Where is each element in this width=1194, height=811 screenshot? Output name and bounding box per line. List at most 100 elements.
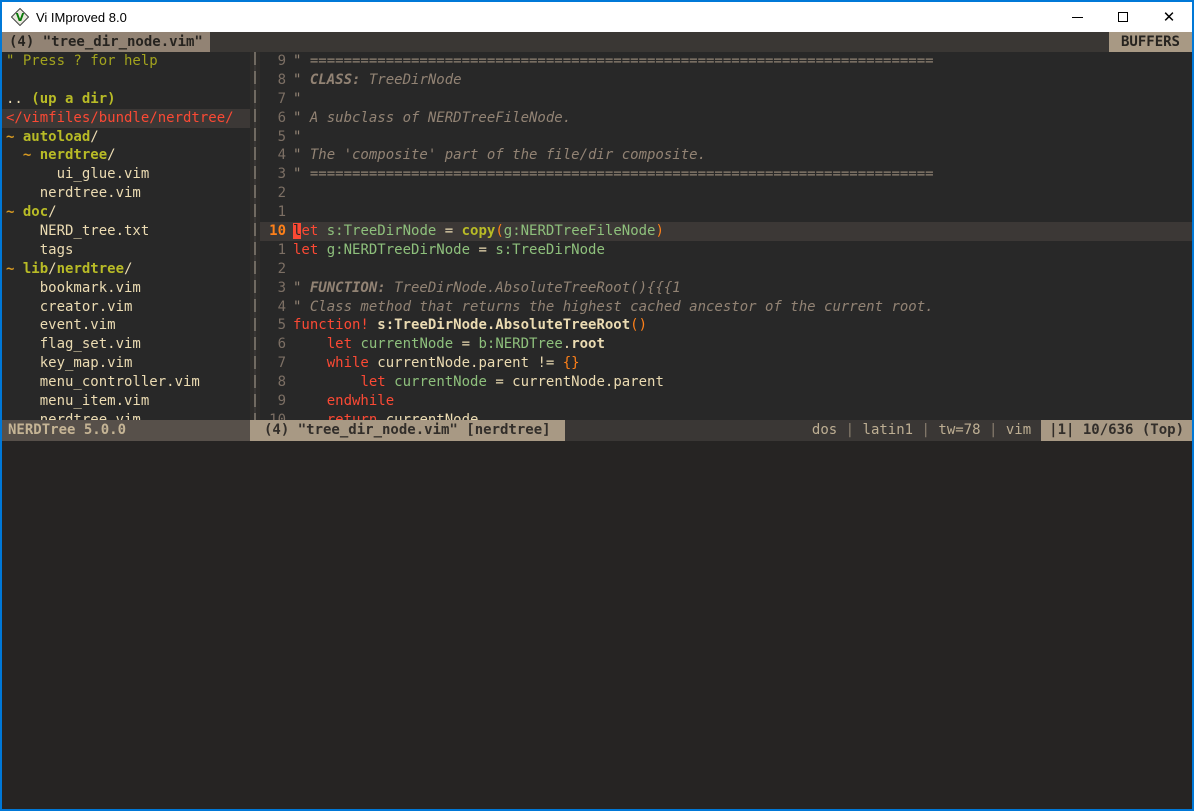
line-number: 9: [260, 52, 286, 71]
close-button[interactable]: ✕: [1146, 2, 1192, 32]
text-segment: FUNCTION:: [310, 280, 386, 296]
tree-item[interactable]: menu_controller.vim: [2, 373, 250, 392]
text-segment: " Press ? for help: [6, 53, 158, 69]
tree-item[interactable]: bookmark.vim: [2, 279, 250, 298]
code-line[interactable]: 3" =====================================…: [260, 165, 1192, 184]
text-segment: nerdtree: [57, 261, 124, 277]
tree-item[interactable]: creator.vim: [2, 298, 250, 317]
maximize-button[interactable]: [1100, 2, 1146, 32]
tree-item[interactable]: ~ nerdtree/: [2, 146, 250, 165]
code-line[interactable]: 2: [260, 260, 1192, 279]
code-line-current[interactable]: 10let s:TreeDirNode = copy(g:NERDTreeFil…: [260, 222, 1192, 241]
buffer-status: (4) "tree_dir_node.vim" [nerdtree]: [250, 420, 565, 441]
minimize-button[interactable]: [1054, 2, 1100, 32]
text-segment: s:TreeDirNode.AbsoluteTreeRoot: [377, 317, 630, 333]
tree-item[interactable]: ~ lib/nerdtree/: [2, 260, 250, 279]
tree-item[interactable]: menu_item.vim: [2, 392, 250, 411]
line-content: " Class method that returns the highest …: [286, 298, 934, 317]
text-segment: doc: [23, 204, 48, 220]
code-line[interactable]: 7 while currentNode.parent != {}: [260, 354, 1192, 373]
titlebar[interactable]: V Vi IMproved 8.0 ✕: [2, 2, 1192, 32]
code-line[interactable]: 9 endwhile: [260, 392, 1192, 411]
text-segment: [293, 393, 327, 409]
code-line[interactable]: 3" FUNCTION: TreeDirNode.AbsoluteTreeRoo…: [260, 279, 1192, 298]
text-segment: " ======================================…: [293, 166, 934, 182]
text-segment: {}: [563, 355, 580, 371]
text-segment: function!: [293, 317, 369, 333]
line-number: 6: [260, 335, 286, 354]
text-segment: menu_item.vim: [6, 393, 149, 409]
text-segment: = currentNode.parent: [487, 374, 664, 390]
status-flags: dos | latin1 | tw=78 | vim: [812, 420, 1041, 441]
line-number: 5: [260, 316, 286, 335]
tree-item[interactable]: nerdtree.vim: [2, 411, 250, 420]
text-segment: let: [327, 336, 352, 352]
line-number: 10: [260, 411, 286, 420]
text-segment: [293, 336, 327, 352]
tree-item[interactable]: key_map.vim: [2, 354, 250, 373]
window-separator[interactable]: [250, 52, 260, 420]
vim-window: V Vi IMproved 8.0 ✕ (4) "tree_dir_node.v…: [0, 0, 1194, 811]
text-segment: ~: [6, 204, 23, 220]
tree-item[interactable]: flag_set.vim: [2, 335, 250, 354]
code-line[interactable]: 5": [260, 128, 1192, 147]
status-flag: dos: [812, 422, 837, 438]
text-segment: tags: [6, 242, 73, 258]
text-segment: b:NERDTree: [478, 336, 562, 352]
code-line[interactable]: 1: [260, 203, 1192, 222]
text-segment: menu_controller.vim: [6, 374, 200, 390]
tree-item[interactable]: ui_glue.vim: [2, 165, 250, 184]
line-number: 4: [260, 146, 286, 165]
buffers-label: BUFFERS: [1109, 32, 1192, 52]
status-separator: |: [913, 422, 938, 438]
tree-item[interactable]: ~ autoload/: [2, 128, 250, 147]
line-content: " ======================================…: [286, 165, 934, 184]
tree-item[interactable]: NERD_tree.txt: [2, 222, 250, 241]
tree-root-item[interactable]: </vimfiles/bundle/nerdtree/: [2, 109, 250, 128]
line-content: " A subclass of NERDTreeFileNode.: [286, 109, 571, 128]
code-line[interactable]: 6 let currentNode = b:NERDTree.root: [260, 335, 1192, 354]
text-segment: /: [48, 261, 56, 277]
line-content: [286, 184, 293, 203]
text-segment: nerdtree: [40, 147, 107, 163]
line-content: " FUNCTION: TreeDirNode.AbsoluteTreeRoot…: [286, 279, 681, 298]
code-line[interactable]: 1let g:NERDTreeDirNode = s:TreeDirNode: [260, 241, 1192, 260]
tree-item[interactable]: .. (up a dir): [2, 90, 250, 109]
minimize-icon: [1072, 17, 1083, 18]
code-line[interactable]: 4 " The 'composite' part of the file/dir …: [260, 146, 1192, 165]
code-line[interactable]: 7": [260, 90, 1192, 109]
text-segment: /: [124, 261, 132, 277]
nerdtree-status: NERDTree 5.0.0: [2, 420, 250, 441]
text-segment: " The 'composite' part of the file/dir c…: [293, 147, 706, 163]
text-segment: [6, 147, 23, 163]
line-content: while currentNode.parent != {}: [286, 354, 580, 373]
text-segment: [293, 374, 360, 390]
code-line[interactable]: 8 let currentNode = currentNode.parent: [260, 373, 1192, 392]
code-line[interactable]: 4" Class method that returns the highest…: [260, 298, 1192, 317]
code-line[interactable]: 9" =====================================…: [260, 52, 1192, 71]
command-line[interactable]: [2, 441, 1192, 809]
text-segment: =: [470, 242, 495, 258]
text-segment: ..: [6, 91, 31, 107]
tree-item[interactable]: ~ doc/: [2, 203, 250, 222]
tree-item[interactable]: nerdtree.vim: [2, 184, 250, 203]
line-number: 8: [260, 71, 286, 90]
code-line[interactable]: 8" CLASS: TreeDirNode: [260, 71, 1192, 90]
text-segment: copy: [462, 223, 496, 239]
line-number: 7: [260, 354, 286, 373]
tree-item: [2, 71, 250, 90]
code-line[interactable]: 6" A subclass of NERDTreeFileNode.: [260, 109, 1192, 128]
tab-tree-dir-node[interactable]: (4) "tree_dir_node.vim": [2, 32, 210, 52]
code-line[interactable]: 10 return currentNode: [260, 411, 1192, 420]
line-content: function! s:TreeDirNode.AbsoluteTreeRoot…: [286, 316, 647, 335]
code-line[interactable]: 5function! s:TreeDirNode.AbsoluteTreeRoo…: [260, 316, 1192, 335]
svg-text:V: V: [16, 11, 25, 24]
line-number: 9: [260, 392, 286, 411]
line-content: return currentNode: [286, 411, 478, 420]
code-line[interactable]: 2: [260, 184, 1192, 203]
tree-item[interactable]: tags: [2, 241, 250, 260]
text-segment: currentNode: [360, 336, 453, 352]
tree-item[interactable]: event.vim: [2, 316, 250, 335]
text-segment: s:TreeDirNode: [327, 223, 437, 239]
status-flag: tw=78: [938, 422, 980, 438]
